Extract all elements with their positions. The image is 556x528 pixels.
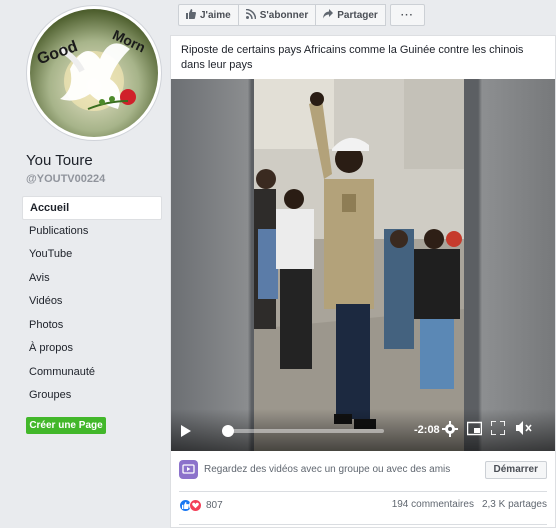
page-name[interactable]: You Toure	[26, 152, 93, 169]
post-text: Riposte de certains pays Africains comme…	[181, 44, 524, 71]
nav-item-accueil[interactable]: Accueil	[22, 196, 162, 220]
reactions-count: 807	[206, 499, 223, 511]
fullscreen-icon[interactable]	[490, 420, 506, 439]
follow-button[interactable]: S'abonner	[238, 4, 317, 26]
start-watch-party-button[interactable]: Démarrer	[484, 461, 547, 479]
video-frame[interactable]	[254, 79, 464, 451]
more-options-button[interactable]: ···	[389, 4, 425, 26]
page-avatar[interactable]: Good Morn	[27, 6, 161, 140]
settings-gear-icon[interactable]	[442, 421, 458, 441]
watch-party-text: Regardez des vidéos avec un groupe ou av…	[204, 464, 451, 475]
shares-count[interactable]: 2,3 K partages	[482, 499, 547, 510]
video-player[interactable]: -2:08	[171, 79, 555, 451]
love-reaction-icon	[189, 498, 202, 512]
page-nav: Accueil Publications YouTube Avis Vidéos…	[22, 196, 162, 408]
nav-item-youtube[interactable]: YouTube	[22, 243, 162, 267]
watch-party-row: Regardez des vidéos avec un groupe ou av…	[179, 457, 547, 485]
mute-volume-icon[interactable]	[516, 421, 532, 439]
nav-item-avis[interactable]: Avis	[22, 267, 162, 291]
video-scene	[254, 79, 464, 451]
nav-item-a-propos[interactable]: À propos	[22, 337, 162, 361]
nav-item-videos[interactable]: Vidéos	[22, 290, 162, 314]
divider-bottom	[179, 524, 547, 525]
follow-label: S'abonner	[259, 9, 309, 21]
comments-count[interactable]: 194 commentaires	[392, 499, 474, 510]
avatar-image: Good Morn	[30, 9, 158, 137]
nav-item-publications[interactable]: Publications	[22, 220, 162, 244]
left-column: Good Morn You Toure @YOUTV00224 Accueil …	[0, 0, 170, 528]
thumbs-up-icon	[186, 8, 196, 22]
video-controls: -2:08	[171, 409, 555, 451]
page-handle[interactable]: @YOUTV00224	[26, 173, 105, 185]
share-button[interactable]: Partager	[316, 4, 386, 26]
video-progress-track[interactable]	[223, 429, 384, 433]
video-time-remaining: -2:08	[414, 424, 440, 436]
page-action-bar: J'aime S'abonner Partager ···	[178, 4, 425, 28]
divider	[179, 491, 547, 492]
like-page-button[interactable]: J'aime	[178, 4, 239, 26]
reactions-summary[interactable]: 807	[179, 497, 223, 513]
nav-item-photos[interactable]: Photos	[22, 314, 162, 338]
rss-icon	[245, 8, 256, 22]
create-page-button[interactable]: Créer une Page	[26, 417, 106, 434]
video-scrubber-knob[interactable]	[221, 425, 234, 437]
picture-in-picture-icon[interactable]	[466, 421, 483, 440]
post-stats: 194 commentaires 2,3 K partages	[392, 499, 547, 510]
watch-party-icon	[179, 460, 198, 479]
nav-item-groupes[interactable]: Groupes	[22, 384, 162, 408]
share-label: Partager	[337, 9, 378, 21]
post-card: Riposte de certains pays Africains comme…	[170, 35, 556, 528]
like-page-label: J'aime	[200, 9, 231, 21]
play-icon[interactable]	[181, 425, 191, 437]
nav-item-communaute[interactable]: Communauté	[22, 361, 162, 385]
share-arrow-icon	[323, 8, 334, 22]
